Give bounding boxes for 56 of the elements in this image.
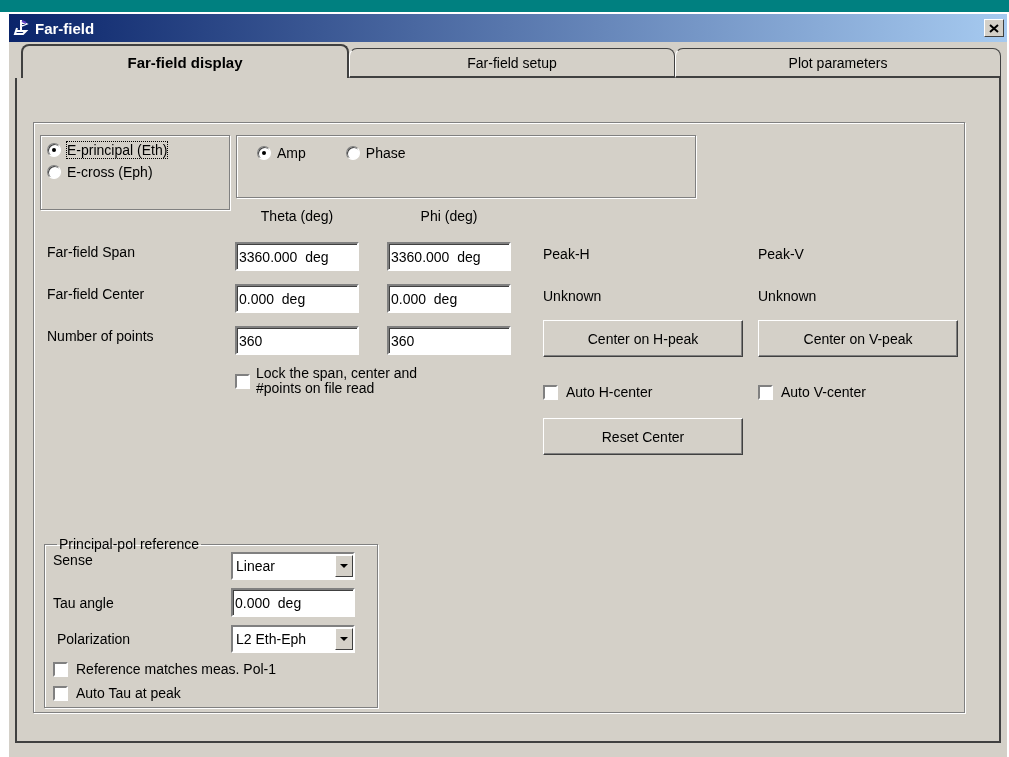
radio-label[interactable]: Amp <box>277 145 306 161</box>
field-label: Polarization <box>57 631 132 647</box>
column-header: Theta (deg) <box>260 208 334 224</box>
checkbox-label: Lock the span, center and #points on file read <box>256 366 419 396</box>
radio-button[interactable]: Phase <box>345 145 406 161</box>
input-field[interactable]: 3360.000 deg <box>387 242 511 271</box>
input-field[interactable]: 0.000 deg <box>235 284 359 313</box>
reset-center-button[interactable]: Reset Center <box>543 418 743 455</box>
radio-circle-icon[interactable] <box>47 143 61 157</box>
tab[interactable]: Far-field setup <box>349 48 675 78</box>
input-field[interactable]: 360 <box>387 326 511 355</box>
group-title: Principal-pol reference <box>58 536 201 552</box>
caret-icon <box>340 637 348 641</box>
caret-icon <box>340 564 348 568</box>
checkbox[interactable] <box>53 661 68 677</box>
checkbox-label: Auto Tau at peak <box>76 685 181 701</box>
dropdown[interactable]: Linear <box>231 552 355 580</box>
field-label: Far-field Span <box>47 244 135 260</box>
field-label: Number of points <box>47 328 154 344</box>
checkbox[interactable] <box>758 384 773 400</box>
center-peak-button[interactable]: Center on V-peak <box>758 320 958 357</box>
radio-button[interactable]: E-cross (Eph) <box>47 164 223 180</box>
close-button[interactable] <box>984 19 1004 37</box>
radio-circle-icon[interactable] <box>345 146 360 160</box>
checkbox-label: Auto V-center <box>781 384 866 400</box>
field-label: Tau angle <box>53 594 115 611</box>
window-title: Far-field <box>35 19 96 37</box>
radio-label[interactable]: E-principal (Eth) <box>67 142 168 158</box>
checkbox[interactable] <box>53 685 68 701</box>
checkbox-label: Auto H-center <box>566 384 653 400</box>
peak-label: Peak-V <box>758 246 804 262</box>
checkbox[interactable] <box>543 384 558 400</box>
column-header: Phi (deg) <box>420 208 478 224</box>
radio-button[interactable]: E-principal (Eth) <box>47 142 223 158</box>
peak-status: Unknown <box>543 288 602 304</box>
radio-label[interactable]: E-cross (Eph) <box>67 164 153 180</box>
antenna-icon <box>13 19 31 37</box>
input-field[interactable]: 3360.000 deg <box>235 242 359 271</box>
radio-circle-icon[interactable] <box>257 146 271 160</box>
radio-label[interactable]: Phase <box>365 145 406 161</box>
checkbox-label: Reference matches meas. Pol-1 <box>76 661 276 677</box>
tab[interactable]: Plot parameters <box>675 48 1001 78</box>
checkbox[interactable] <box>235 374 250 389</box>
input-field[interactable]: 360 <box>235 326 359 355</box>
peak-status: Unknown <box>758 288 817 304</box>
field-label: Far-field Center <box>47 286 145 302</box>
radio-circle-icon[interactable] <box>47 165 61 179</box>
radio-button[interactable]: Amp <box>257 145 306 161</box>
tab[interactable]: Far-field display <box>21 44 349 78</box>
input-field[interactable]: 0.000 deg <box>231 588 355 617</box>
dropdown[interactable]: L2 Eth-Eph <box>231 625 355 653</box>
close-icon <box>989 23 999 33</box>
field-label: Sense <box>53 552 94 568</box>
peak-label: Peak-H <box>543 246 590 262</box>
center-peak-button[interactable]: Center on H-peak <box>543 320 743 357</box>
input-field[interactable]: 0.000 deg <box>387 284 511 313</box>
